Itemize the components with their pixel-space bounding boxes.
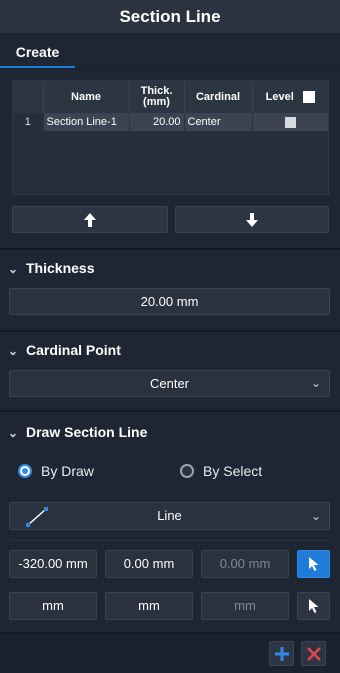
- col-name[interactable]: Name: [43, 81, 130, 113]
- cursor-icon: [308, 557, 318, 571]
- shape-value: Line: [157, 508, 182, 523]
- chevron-down-icon: ⌄: [8, 262, 19, 276]
- by-draw-radio[interactable]: By Draw: [18, 463, 94, 479]
- arrow-up-icon: [84, 212, 96, 227]
- chevron-down-icon: ⌄: [310, 376, 321, 390]
- cell-cardinal[interactable]: Center: [184, 113, 253, 131]
- cell-name[interactable]: Section Line-1: [43, 113, 130, 131]
- col-thick[interactable]: Thick. (mm): [129, 81, 185, 113]
- cell-level[interactable]: [252, 113, 328, 131]
- cardinal-heading[interactable]: ⌄ Cardinal Point: [8, 342, 121, 358]
- cardinal-select[interactable]: Center ⌄: [9, 370, 330, 397]
- thickness-heading[interactable]: ⌄ Thickness: [8, 260, 94, 276]
- cell-thick[interactable]: 20.00: [129, 113, 185, 131]
- col-level-label: Level: [265, 90, 294, 103]
- row-index: 1: [13, 113, 44, 131]
- table-row[interactable]: 1 Section Line-1 20.00 Center: [13, 113, 328, 131]
- draw-heading[interactable]: ⌄ Draw Section Line: [8, 424, 147, 440]
- thickness-input[interactable]: 20.00 mm: [9, 288, 330, 315]
- chevron-down-icon: ⌄: [8, 344, 19, 358]
- coord-x-input[interactable]: -320.00 mm: [9, 550, 97, 578]
- grid-corner: [13, 81, 44, 113]
- panel-title: Section Line: [0, 0, 340, 33]
- delete-button[interactable]: [301, 641, 326, 666]
- plus-icon: [274, 646, 289, 661]
- section-line-grid: Name Thick. (mm) Cardinal Level 1 Sectio…: [12, 80, 329, 195]
- radio-selected-icon: [18, 464, 32, 478]
- unit-z-input[interactable]: mm: [201, 592, 289, 620]
- cardinal-value: Center: [149, 376, 190, 391]
- col-level[interactable]: Level: [252, 81, 328, 113]
- pick-unit-button[interactable]: [297, 592, 330, 620]
- pick-point-button[interactable]: [297, 550, 330, 578]
- chevron-down-icon: ⌄: [8, 426, 19, 440]
- shape-select[interactable]: Line ⌄: [9, 502, 330, 530]
- col-cardinal[interactable]: Cardinal: [184, 81, 253, 113]
- unit-x-input[interactable]: mm: [9, 592, 97, 620]
- level-checkbox[interactable]: [284, 116, 296, 128]
- level-header-checkbox[interactable]: [302, 91, 315, 103]
- cursor-icon: [308, 599, 318, 613]
- line-icon: [26, 507, 48, 527]
- tab-create[interactable]: Create: [0, 40, 75, 68]
- close-icon: [306, 646, 321, 661]
- divider: [9, 540, 330, 541]
- unit-y-input[interactable]: mm: [105, 592, 193, 620]
- tab-bar: Create: [0, 33, 340, 68]
- grid-table: Name Thick. (mm) Cardinal Level 1 Sectio…: [13, 81, 328, 131]
- coord-z-input[interactable]: 0.00 mm: [201, 550, 289, 578]
- by-select-radio[interactable]: By Select: [180, 463, 262, 479]
- coord-y-input[interactable]: 0.00 mm: [105, 550, 193, 578]
- chevron-down-icon: ⌄: [310, 509, 321, 523]
- radio-unselected-icon: [180, 464, 194, 478]
- arrow-down-icon: [246, 212, 258, 227]
- move-down-button[interactable]: [175, 206, 329, 233]
- move-up-button[interactable]: [12, 206, 168, 233]
- add-button[interactable]: [269, 641, 294, 666]
